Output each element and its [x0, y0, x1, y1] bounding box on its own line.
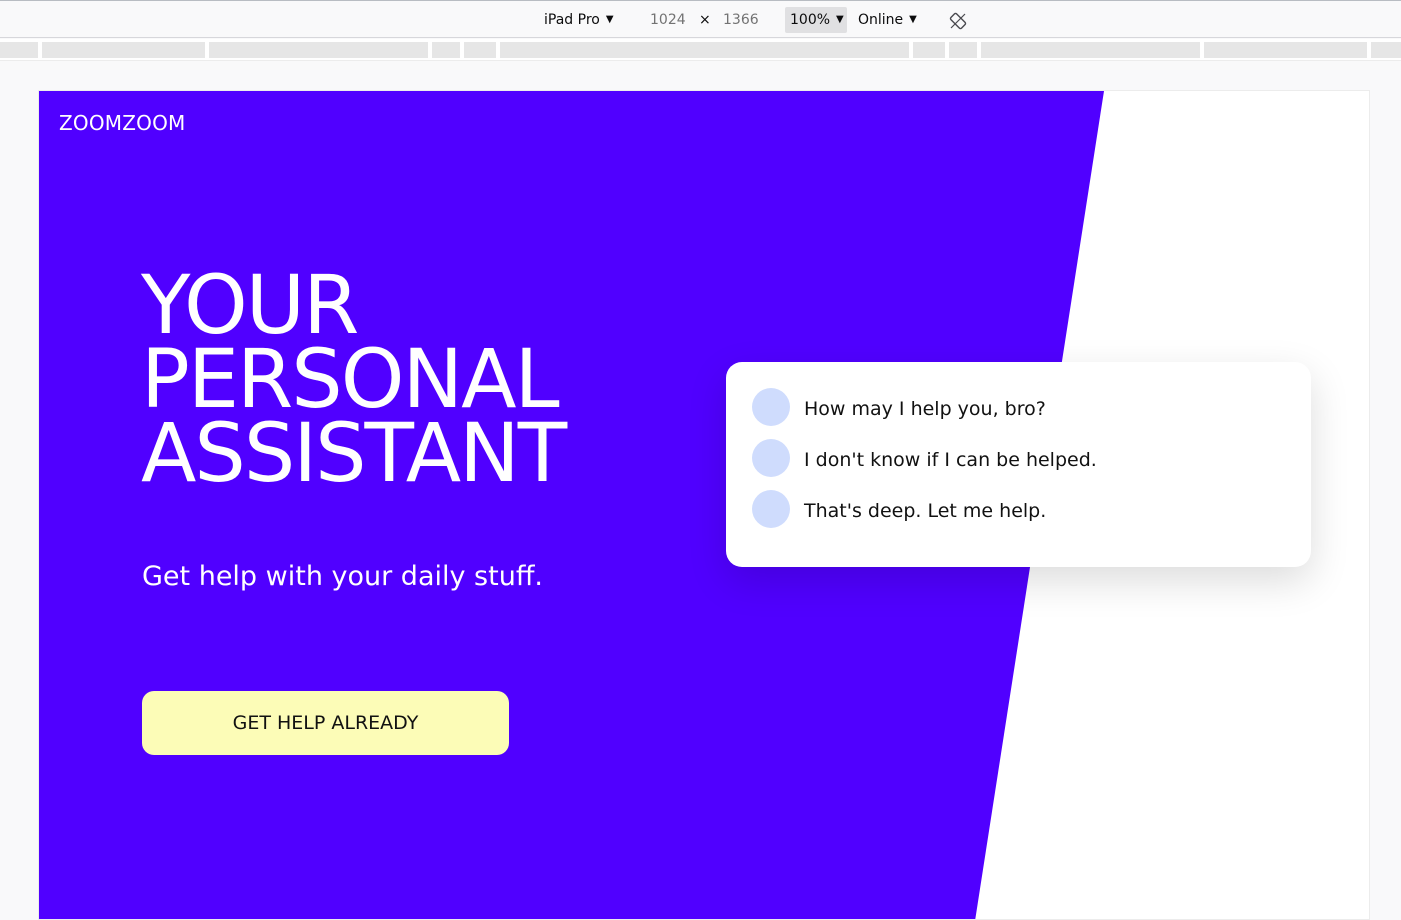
avatar [752, 439, 790, 477]
hero-headline-line: ASSISTANT [141, 407, 567, 501]
network-throttling-select[interactable]: Online ▼ [858, 12, 917, 30]
zoom-select-value[interactable]: 100% ▼ [790, 12, 844, 30]
chevron-down-icon: ▼ [605, 14, 614, 25]
viewport-height-input[interactable]: 1366 [723, 12, 759, 28]
avatar [752, 388, 790, 426]
chat-preview-card: How may I help you, bro? I don't know if… [726, 362, 1311, 567]
site-logo[interactable]: ZOOMZOOM [59, 111, 185, 135]
ruler-segment[interactable] [209, 42, 428, 58]
chat-message: That's deep. Let me help. [726, 490, 1311, 541]
media-query-ruler [0, 39, 1401, 61]
network-throttling-label: Online [858, 12, 904, 28]
chat-message-text: How may I help you, bro? [804, 398, 1046, 420]
dimension-separator: × [699, 12, 711, 28]
ruler-segment[interactable] [949, 42, 977, 58]
ruler-segment[interactable] [0, 42, 38, 58]
ruler-segment[interactable] [981, 42, 1200, 58]
chat-message-text: That's deep. Let me help. [804, 500, 1047, 522]
page-viewport: ZOOMZOOM YOUR PERSONAL ASSISTANT Get hel… [38, 90, 1370, 920]
ruler-segment[interactable] [464, 42, 496, 58]
rotate-icon[interactable] [949, 12, 967, 30]
chevron-down-icon: ▼ [836, 14, 844, 25]
hero-headline: YOUR PERSONAL ASSISTANT [141, 259, 567, 501]
viewport-width-input[interactable]: 1024 [650, 12, 686, 28]
get-help-button[interactable]: GET HELP ALREADY [142, 691, 509, 755]
responsive-toolbar: iPad Pro ▼ 1024 × 1366 100% ▼ Online ▼ [0, 0, 1401, 38]
hero-subtitle: Get help with your daily stuff. [142, 561, 544, 592]
ruler-segment[interactable] [1204, 42, 1367, 58]
ruler-segment[interactable] [500, 42, 909, 58]
ruler-segment[interactable] [1371, 42, 1401, 58]
ruler-segment[interactable] [913, 42, 945, 58]
zoom-select-label: 100% [790, 12, 831, 28]
chat-message-text: I don't know if I can be helped. [804, 449, 1097, 471]
avatar [752, 490, 790, 528]
ruler-segment[interactable] [432, 42, 460, 58]
device-select-label: iPad Pro [544, 12, 600, 28]
hero-headline-line: YOUR [141, 259, 359, 353]
chat-message: I don't know if I can be helped. [726, 439, 1311, 490]
ruler-segment[interactable] [42, 42, 205, 58]
chat-message: How may I help you, bro? [726, 388, 1311, 439]
device-select[interactable]: iPad Pro ▼ [544, 12, 614, 30]
chevron-down-icon: ▼ [909, 14, 917, 25]
hero-headline-line: PERSONAL [141, 333, 560, 427]
